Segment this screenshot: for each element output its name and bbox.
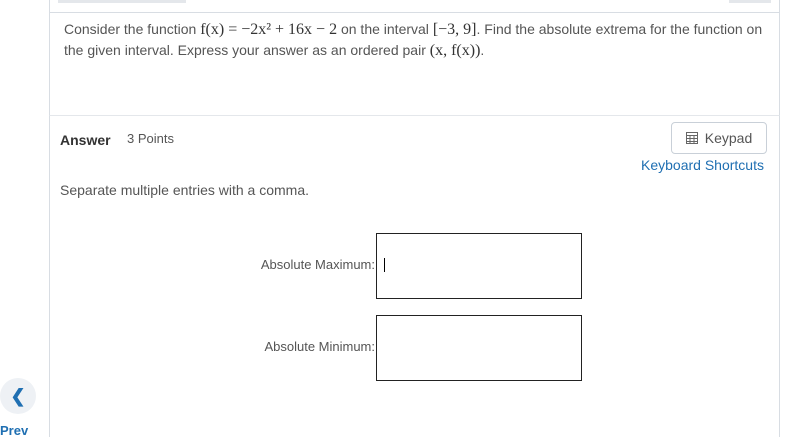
interval-math: [−3, 9]: [432, 21, 477, 38]
instructions-text: Separate multiple entries with a comma.: [60, 182, 309, 198]
text-cursor: [384, 258, 385, 272]
question-card: Consider the function f(x) = −2x² + 16x …: [49, 0, 780, 116]
absolute-maximum-input[interactable]: [376, 233, 582, 299]
keypad-icon: [685, 132, 698, 144]
points-label: 3 Points: [127, 131, 174, 146]
answer-panel: Answer 3 Points Keypad Keyboard Shortcut…: [49, 116, 780, 437]
absolute-minimum-label: Absolute Minimum:: [264, 339, 375, 354]
top-tab-left: [58, 0, 186, 3]
question-intro: Consider the function: [64, 21, 201, 37]
left-rail: ❮ Prev: [0, 0, 48, 438]
question-end: .: [480, 42, 485, 58]
absolute-maximum-label: Absolute Maximum:: [260, 257, 375, 272]
function-math: f(x) = −2x² + 16x − 2: [200, 21, 338, 38]
prev-button[interactable]: ❮: [0, 378, 36, 414]
keypad-label: Keypad: [704, 130, 753, 146]
absolute-minimum-input[interactable]: [376, 315, 582, 381]
keypad-button[interactable]: Keypad: [671, 122, 767, 154]
card-divider: [50, 12, 779, 13]
top-tab-right: [729, 0, 771, 3]
interval-intro: on the interval: [337, 21, 433, 37]
prev-label[interactable]: Prev: [0, 423, 28, 438]
keyboard-shortcuts-link[interactable]: Keyboard Shortcuts: [641, 157, 764, 173]
chevron-left-icon: ❮: [10, 385, 26, 406]
pair-math: (x, f(x)): [429, 42, 481, 59]
question-text: Consider the function f(x) = −2x² + 16x …: [64, 19, 769, 61]
answer-title: Answer: [60, 132, 111, 148]
